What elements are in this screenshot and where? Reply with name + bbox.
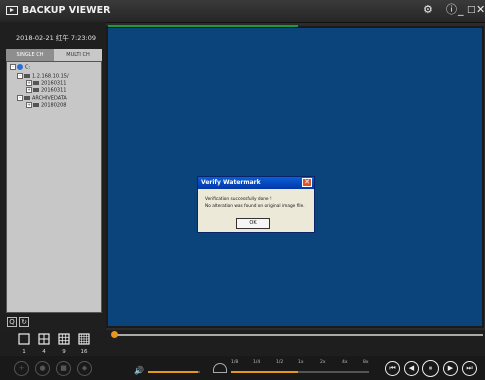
- dialog-titlebar: Verify Watermark ✕: [198, 177, 314, 189]
- timeline-progress-knob[interactable]: [111, 331, 118, 338]
- tree-item-label: 20160311: [41, 87, 67, 94]
- maximize-icon[interactable]: □: [467, 4, 476, 16]
- speed-label: 2x: [320, 360, 326, 365]
- folder-icon: [24, 96, 30, 100]
- volume-icon[interactable]: 🔊: [134, 366, 144, 375]
- tree-item-date-2[interactable]: +20160311: [26, 87, 66, 95]
- speed-label: 8x: [363, 360, 369, 365]
- speed-icon: [213, 363, 227, 373]
- dialog-message-line-2: No alteration was found on original imag…: [205, 204, 305, 209]
- layout-label-16: 16: [80, 349, 88, 355]
- verify-watermark-dialog: Verify Watermark ✕ Verification successf…: [197, 176, 315, 233]
- volume-level: [148, 371, 198, 373]
- layout-label-1: 1: [22, 349, 26, 355]
- tree-item-date-3[interactable]: +20180208: [26, 102, 66, 110]
- folder-icon: [24, 74, 30, 78]
- search-icon[interactable]: Q: [7, 317, 17, 327]
- expander-icon[interactable]: +: [26, 87, 32, 93]
- current-datetime: 2018-02-21 红午 7:23:09: [16, 34, 96, 42]
- expander-icon[interactable]: -: [10, 64, 16, 70]
- tree-item-label: 1.2.168.10.15/: [32, 73, 69, 80]
- speed-label: 1/4: [253, 360, 261, 365]
- info-icon[interactable]: ⓘ: [446, 4, 457, 16]
- layout-label-9: 9: [62, 349, 66, 355]
- tree-item-root[interactable]: - C:: [10, 64, 30, 72]
- tree-item-label: 20180208: [41, 102, 67, 109]
- speed-label: 1x: [298, 360, 304, 365]
- next-icon[interactable]: ⏭: [462, 361, 477, 376]
- sixteen-view-icon[interactable]: [78, 333, 90, 345]
- expander-icon[interactable]: -: [17, 95, 23, 101]
- close-icon[interactable]: ✕: [476, 4, 485, 16]
- left-panel: 2018-02-21 红午 7:23:09 SINGLE CH MULTI CH…: [0, 22, 106, 330]
- folder-icon: [33, 81, 39, 85]
- rewind-icon[interactable]: ◀: [404, 361, 419, 376]
- refresh-icon[interactable]: ↻: [19, 317, 29, 327]
- tree-item-label: ARCHIVEDATA: [32, 95, 67, 102]
- dialog-close-icon[interactable]: ✕: [302, 178, 312, 187]
- app-logo-icon: [6, 6, 18, 15]
- tab-multi-channel[interactable]: MULTI CH: [54, 49, 102, 61]
- dialog-message-line-1: Verification successfully done !: [205, 197, 272, 202]
- tree-item-label: 20160311: [41, 80, 67, 87]
- disabled-control-icon: ■: [56, 361, 71, 376]
- title-bar: BACKUP VIEWER ⚙ ⓘ _ □ ✕: [0, 0, 485, 23]
- layout-label-4: 4: [42, 349, 46, 355]
- drive-icon: [17, 64, 23, 70]
- quad-view-icon[interactable]: [38, 333, 50, 345]
- expander-icon[interactable]: -: [17, 73, 23, 79]
- disabled-control-icon: ●: [35, 361, 50, 376]
- folder-icon: [33, 88, 39, 92]
- settings-gear-icon[interactable]: ⚙: [423, 4, 433, 16]
- speed-level: [231, 371, 298, 373]
- timeline-progress-track[interactable]: [113, 334, 483, 336]
- previous-icon[interactable]: ⏮: [385, 361, 400, 376]
- nine-view-icon[interactable]: [58, 333, 70, 345]
- expander-icon[interactable]: +: [26, 80, 32, 86]
- pause-icon[interactable]: ⏸: [422, 360, 439, 377]
- speed-label: 1/8: [231, 360, 239, 365]
- expander-icon[interactable]: +: [26, 102, 32, 108]
- window-title: BACKUP VIEWER: [22, 5, 111, 16]
- speed-label: 4x: [342, 360, 348, 365]
- speed-label: 1/2: [276, 360, 284, 365]
- disabled-control-icon: +: [14, 361, 29, 376]
- file-tree: - C: -1.2.168.10.15/ +20160311 +20160311 …: [6, 61, 102, 313]
- single-view-icon[interactable]: [18, 333, 30, 345]
- folder-icon: [33, 103, 39, 107]
- dialog-title: Verify Watermark: [201, 179, 261, 186]
- disabled-control-icon: ◆: [77, 361, 92, 376]
- tab-single-channel[interactable]: SINGLE CH: [6, 49, 54, 61]
- dialog-ok-button[interactable]: OK: [236, 218, 270, 229]
- play-icon[interactable]: ▶: [443, 361, 458, 376]
- selected-channel-indicator: [108, 25, 298, 27]
- minimize-icon[interactable]: _: [458, 4, 464, 16]
- tree-item-label: C:: [25, 64, 31, 71]
